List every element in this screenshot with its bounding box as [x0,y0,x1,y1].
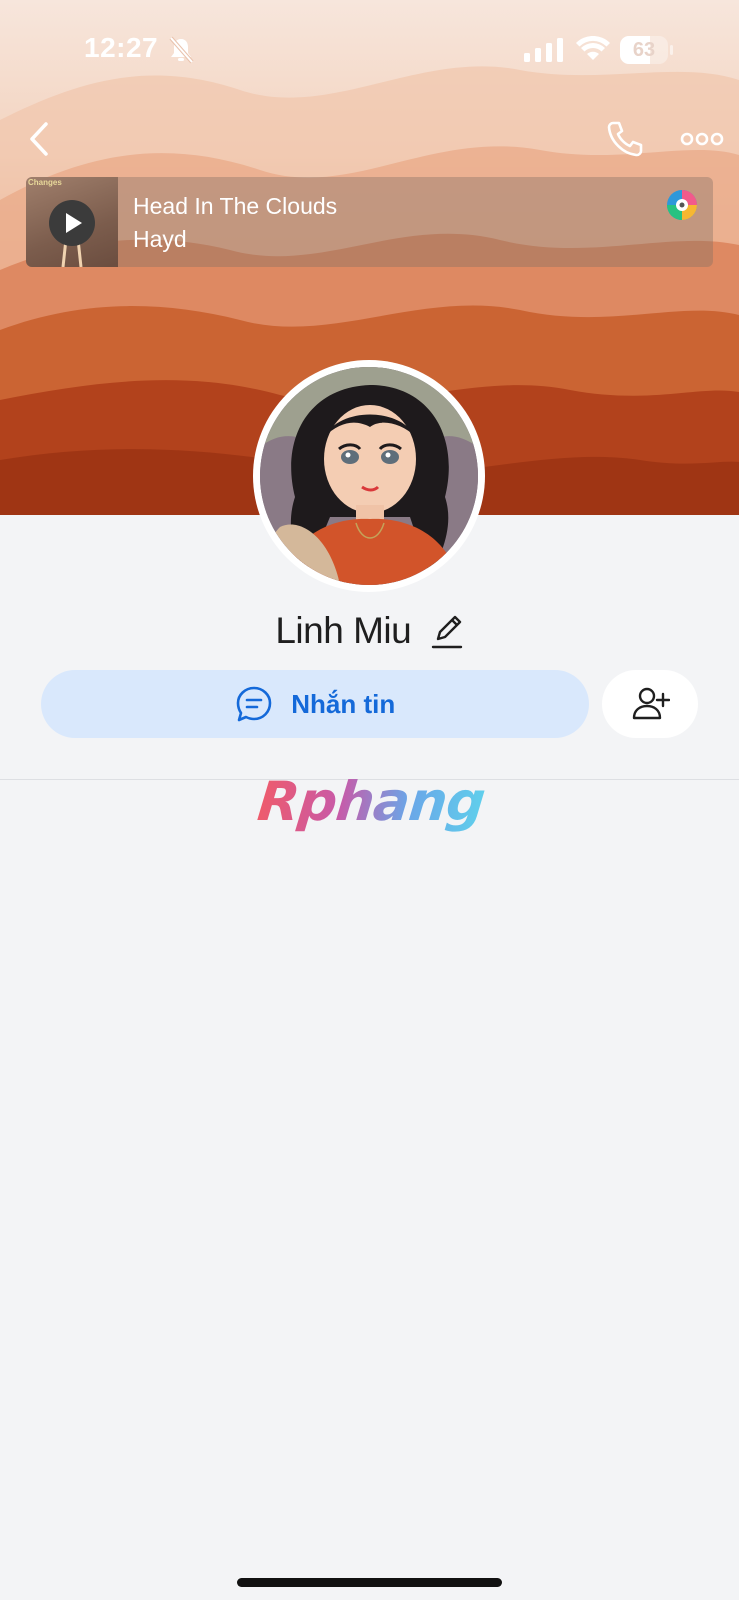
play-icon [66,213,82,233]
chat-bubble-icon [236,686,272,722]
watermark-logo: Rphang [255,770,494,834]
chevron-left-icon [30,122,48,156]
message-button-label: Nhắn tin [291,688,396,719]
profile-name-row: Linh Miu [0,610,739,660]
cellular-signal-icon [524,38,563,62]
add-user-icon [632,687,670,720]
bell-slash-icon [169,36,194,64]
profile-music-card[interactable]: Changes Head In The Clouds Hayd [26,177,713,267]
pencil-icon [431,615,462,649]
edit-name-button[interactable] [430,611,464,651]
home-indicator [237,1578,502,1587]
status-time: 12:27 [84,32,159,63]
profile-name: Linh Miu [275,610,412,651]
message-button[interactable]: Nhắn tin [41,670,589,738]
back-button[interactable] [22,118,56,160]
wifi-icon [576,36,610,60]
battery-percent: 63 [632,39,656,61]
more-dots-icon [680,132,724,146]
play-button[interactable] [49,200,95,246]
music-disc-icon[interactable] [666,189,698,221]
add-friend-button[interactable] [602,670,698,738]
album-cover-label: Changes [28,178,62,187]
avatar-image [260,367,478,585]
more-button[interactable] [680,124,724,154]
call-button[interactable] [604,118,646,160]
album-cover: Changes [26,177,118,267]
phone-icon [607,121,643,157]
song-artist: Hayd [133,226,187,252]
song-title: Head In The Clouds [133,193,338,219]
profile-avatar[interactable] [253,360,485,592]
battery-icon: 63 [620,36,673,64]
